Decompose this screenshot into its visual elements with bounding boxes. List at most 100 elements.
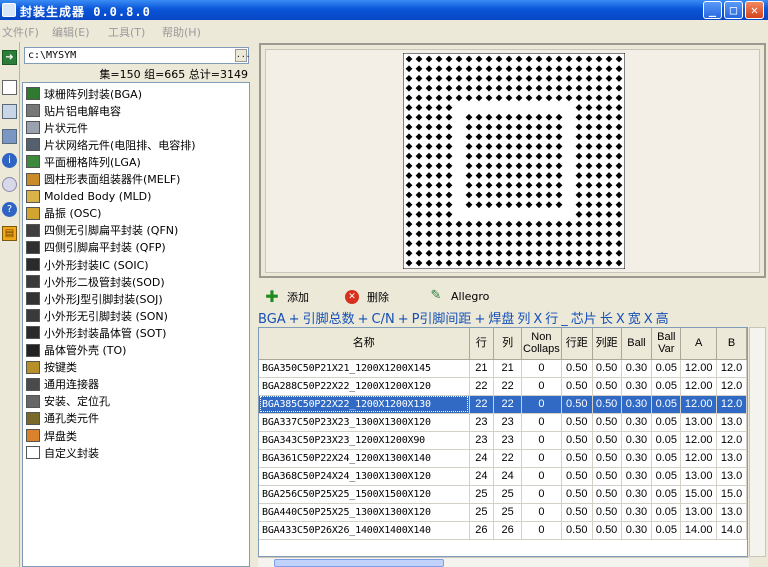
table-cell[interactable]: 0.50 — [561, 377, 593, 396]
table-cell[interactable]: 0 — [521, 503, 562, 522]
close-button[interactable]: ✕ — [745, 1, 764, 19]
table-cell[interactable]: 22 — [469, 395, 495, 414]
tree-item[interactable]: 小外形无引脚封装 (SON) — [26, 307, 168, 324]
tree-item[interactable]: 焊盘类 — [26, 427, 77, 444]
table-cell[interactable]: 0.50 — [561, 485, 593, 504]
table-cell[interactable]: 15.00 — [680, 485, 718, 504]
table-cell[interactable]: 0.30 — [621, 395, 653, 414]
table-cell[interactable]: 12.0 — [716, 377, 747, 396]
tree-item[interactable]: 通孔类元件 — [26, 410, 99, 427]
tree-item[interactable]: 贴片铝电解电容 — [26, 102, 121, 119]
table-cell[interactable]: 13.0 — [716, 467, 747, 486]
table-cell[interactable]: 0.30 — [621, 449, 653, 468]
delete-button[interactable]: ✕ 删除 — [345, 289, 389, 305]
column-header[interactable]: A — [680, 328, 718, 360]
table-cell[interactable]: 26 — [493, 521, 522, 540]
table-cell[interactable]: BGA368C50P24X24_1300X1300X120 — [259, 467, 470, 486]
table-cell[interactable]: 0.30 — [621, 431, 653, 450]
tree-item[interactable]: 晶振 (OSC) — [26, 205, 101, 222]
info-icon[interactable]: i — [2, 153, 17, 168]
table-cell[interactable]: 15.0 — [716, 485, 747, 504]
column-header[interactable]: 行距 — [561, 328, 593, 360]
table-cell[interactable]: 0 — [521, 521, 562, 540]
table-cell[interactable]: 0 — [521, 431, 562, 450]
table-cell[interactable]: 0 — [521, 359, 562, 378]
table-row[interactable]: BGA433C50P26X26_1400X1400X140 26 26 0 0.50 0.… — [259, 521, 747, 540]
table-cell[interactable]: 0.30 — [621, 467, 653, 486]
table-cell[interactable]: 13.0 — [716, 503, 747, 522]
table-cell[interactable]: 0.50 — [561, 467, 593, 486]
table-cell[interactable]: BGA350C50P21X21_1200X1200X145 — [259, 359, 470, 378]
table-cell[interactable]: 26 — [469, 521, 495, 540]
table-cell[interactable]: 0.50 — [592, 449, 622, 468]
tree-item[interactable]: 安装、定位孔 — [26, 393, 110, 410]
column-header[interactable]: 列 — [493, 328, 522, 360]
table-row[interactable]: BGA256C50P25X25_1500X1500X120 25 25 0 0.50 0.… — [259, 485, 747, 504]
table-cell[interactable]: BGA337C50P23X23_1300X1300X120 — [259, 413, 470, 432]
table-cell[interactable]: 13.00 — [680, 503, 718, 522]
table-cell[interactable]: 12.00 — [680, 359, 718, 378]
table-cell[interactable]: 24 — [493, 467, 522, 486]
table-cell[interactable]: BGA256C50P25X25_1500X1500X120 — [259, 485, 470, 504]
table-cell[interactable]: 0.50 — [561, 413, 593, 432]
table-cell[interactable]: 0.05 — [651, 395, 682, 414]
table-cell[interactable]: 0.50 — [592, 395, 622, 414]
table-cell[interactable]: 0.50 — [592, 467, 622, 486]
tree-item[interactable]: 晶体管外壳 (TO) — [26, 342, 126, 359]
table-cell[interactable]: 12.00 — [680, 449, 718, 468]
table-cell[interactable]: 14.0 — [716, 521, 747, 540]
menu-help[interactable]: 帮助(H) — [162, 24, 201, 40]
tree-item[interactable]: 小外形封装晶体管 (SOT) — [26, 324, 166, 341]
table-cell[interactable]: 0.30 — [621, 413, 653, 432]
table-cell[interactable]: 0.30 — [621, 521, 653, 540]
table-cell[interactable]: 13.0 — [716, 449, 747, 468]
table-cell[interactable]: 0.30 — [621, 503, 653, 522]
table-cell[interactable]: 0.50 — [592, 431, 622, 450]
column-header[interactable]: 行 — [469, 328, 495, 360]
table-cell[interactable]: 0 — [521, 449, 562, 468]
menu-edit[interactable]: 编辑(E) — [52, 24, 90, 40]
table-cell[interactable]: 0.30 — [621, 377, 653, 396]
tree-item[interactable]: 片状元件 — [26, 119, 88, 136]
table-cell[interactable]: 13.00 — [680, 413, 718, 432]
table-row[interactable]: BGA440C50P25X25_1300X1300X120 25 25 0 0.50 0.… — [259, 503, 747, 522]
table-cell[interactable]: 0 — [521, 377, 562, 396]
column-header[interactable]: Non Collaps — [521, 328, 562, 360]
tree-item[interactable]: 四侧引脚扁平封装 (QFP) — [26, 239, 166, 256]
tree-item[interactable]: 自定义封装 — [26, 444, 99, 461]
add-button[interactable]: ✚ 添加 — [265, 289, 309, 305]
tree-item[interactable]: 小外形二极管封装(SOD) — [26, 273, 165, 290]
tree-item[interactable]: 片状网络元件(电阻排、电容排) — [26, 136, 196, 153]
column-header[interactable]: 列距 — [592, 328, 622, 360]
table-cell[interactable]: 0.30 — [621, 359, 653, 378]
table-cell[interactable]: 22 — [493, 377, 522, 396]
column-header[interactable]: Ball Var — [651, 328, 682, 360]
minimize-button[interactable]: _ — [703, 1, 722, 19]
table-cell[interactable]: 22 — [469, 377, 495, 396]
table-cell[interactable]: 0.50 — [561, 521, 593, 540]
table-cell[interactable]: 0.50 — [561, 449, 593, 468]
table-cell[interactable]: 0 — [521, 395, 562, 414]
table-cell[interactable]: 25 — [469, 503, 495, 522]
tree-item[interactable]: 按键类 — [26, 359, 77, 376]
category-tree[interactable]: 球栅阵列封装(BGA) 贴片铝电解电容 片状元件 片状网络元件(电阻排、电容排) 平面栅… — [22, 82, 250, 567]
table-cell[interactable]: 0.50 — [592, 503, 622, 522]
table-cell[interactable]: 0 — [521, 467, 562, 486]
table-cell[interactable]: 0.50 — [561, 359, 593, 378]
tree-item[interactable]: 圆柱形表面组装器件(MELF) — [26, 171, 180, 188]
table-cell[interactable]: 22 — [493, 395, 522, 414]
table-cell[interactable]: 0.30 — [621, 485, 653, 504]
table-cell[interactable]: 0.05 — [651, 503, 682, 522]
table-cell[interactable]: 0.50 — [592, 413, 622, 432]
table-cell[interactable]: BGA288C50P22X22_1200X1200X120 — [259, 377, 470, 396]
table-cell[interactable]: 0.05 — [651, 413, 682, 432]
document-icon[interactable] — [2, 80, 17, 95]
tree-item[interactable]: 四侧无引脚扁平封装 (QFN) — [26, 222, 178, 239]
browse-button[interactable]: ... — [235, 49, 250, 62]
window-icon[interactable] — [2, 104, 17, 119]
vertical-splitter[interactable] — [251, 42, 257, 567]
path-input[interactable]: c:\MYSYM ... — [24, 47, 250, 64]
enter-icon[interactable]: ➜ — [2, 50, 17, 65]
table-cell[interactable]: 25 — [493, 485, 522, 504]
table-cell[interactable]: 0.05 — [651, 467, 682, 486]
